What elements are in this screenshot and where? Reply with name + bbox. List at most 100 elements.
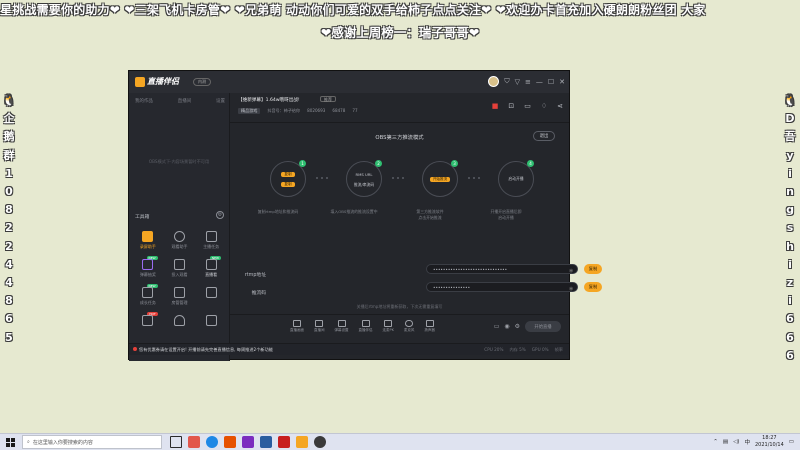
close-icon[interactable]: ✕ <box>559 78 565 86</box>
bell-icon[interactable]: ♢ <box>541 102 547 110</box>
bottom-tool-pk[interactable]: 连麦PK <box>383 320 394 333</box>
live-tag: 推荐 <box>320 96 336 102</box>
scene-empty-text: OBS模式下·内容场景暂时不可用 <box>148 159 210 164</box>
tool-lottery[interactable]: NEW 弹幕抽奖 <box>132 256 164 278</box>
stream-key-field[interactable]: ••••••••••••••• ◉ <box>426 282 578 292</box>
download-icon <box>173 259 185 270</box>
exit-mode-button[interactable]: 退出 <box>533 131 555 141</box>
filter-icon[interactable]: ▽ <box>515 78 520 86</box>
grid-icon <box>205 287 217 298</box>
tool-task[interactable]: 主播任务 <box>195 231 227 250</box>
alert-icon <box>133 347 137 351</box>
windows-start-icon[interactable] <box>6 438 15 447</box>
tool-download[interactable]: 投入观看 <box>164 259 196 278</box>
window-icon[interactable]: ▭ <box>524 102 531 110</box>
mode-title: OBS第三方推流模式 <box>375 135 424 141</box>
step-1: 1 复制 复制 <box>270 160 306 197</box>
bottom-tool-speaker[interactable]: 扬声器 <box>424 320 435 333</box>
step-connector <box>316 177 328 179</box>
tab-settings[interactable]: 设置 <box>216 98 225 104</box>
tool-crown[interactable] <box>164 315 196 328</box>
tool-growth[interactable]: NEW 成长任务 <box>132 284 164 306</box>
bottom-tool-live-view[interactable]: 直播画面 <box>290 320 304 333</box>
chevron-up-icon[interactable]: ⌃ <box>713 439 718 445</box>
copy-key-button[interactable]: 复制 <box>584 282 602 292</box>
app-icon-3[interactable] <box>224 436 236 448</box>
task-icon <box>205 231 217 242</box>
bottom-tool-mic[interactable]: 麦克风 <box>404 320 414 333</box>
settings-icon[interactable]: ⚙ <box>515 323 520 330</box>
app-icon-6[interactable] <box>278 436 290 448</box>
live-title[interactable]: 【维新弹幕】1.64w哦呀出战! <box>238 97 300 103</box>
gift-icon <box>142 315 154 326</box>
step-copy-key-button[interactable]: 复制 <box>281 182 295 187</box>
step-copy-rtmp-button[interactable]: 复制 <box>281 172 295 177</box>
step-connector <box>468 177 480 179</box>
tab-works[interactable]: 我的作品 <box>135 98 153 104</box>
bottom-tool-danmaku[interactable]: 弹幕设置 <box>335 320 349 333</box>
bottom-tool-room[interactable]: 直播间 <box>314 320 325 333</box>
photoshop-icon[interactable] <box>260 436 272 448</box>
copy-rtmp-button[interactable]: 复制 <box>584 264 602 274</box>
lock-icon[interactable]: ⊡ <box>508 102 514 110</box>
live-companion-icon[interactable] <box>296 436 308 448</box>
version-badge[interactable]: 内测 <box>193 78 211 86</box>
avatar[interactable] <box>488 76 500 87</box>
tool-record[interactable]: 录屏助手 <box>132 231 164 250</box>
bottom-right-controls: ▭ ◉ ⚙ 开始直播 <box>494 321 561 332</box>
premiere-icon[interactable] <box>242 436 254 448</box>
maximize-icon[interactable]: ☐ <box>548 78 554 86</box>
tool-viewer[interactable]: 观看助手 <box>164 231 196 250</box>
bottom-toolbar: 直播画面 直播间 弹幕设置 直播伴侣 连麦PK 麦克风 扬声器 ▭ ◉ ⚙ 开始… <box>230 314 569 339</box>
clock[interactable]: 18:27 2021/10/14 <box>755 435 784 448</box>
task-view-icon[interactable] <box>170 436 182 448</box>
camera-icon[interactable]: ▭ <box>494 323 500 330</box>
network-icon[interactable]: ▤ <box>723 439 728 445</box>
minimize-icon[interactable]: — <box>536 78 543 86</box>
obs-icon[interactable] <box>314 436 326 448</box>
live-companion-window: 直播伴侣 内测 ⛉ ▽ ≡ — ☐ ✕ 我的作品 直播间 设置 OBS模式下·内… <box>128 70 602 361</box>
eye-icon[interactable]: ◉ <box>569 267 573 276</box>
form-hint: 关播后rtmp地址将重新获取，下次无需重复填写 <box>356 304 443 309</box>
tool-gift[interactable]: HOT <box>132 312 164 328</box>
app-icon-1[interactable] <box>188 436 200 448</box>
growth-icon <box>142 287 154 298</box>
tool-grid[interactable] <box>195 287 227 306</box>
banner-line-2: ❤感谢上周榜一：瑞子哥哥❤ <box>320 25 480 40</box>
step-4: 4 启动开播 <box>498 160 534 197</box>
bottom-tool-companion[interactable]: 直播伴侣 <box>359 320 373 333</box>
tool-screen[interactable]: NEW 直播看 <box>195 256 227 278</box>
microphone-icon <box>405 320 414 327</box>
notice-text[interactable]: 您有优惠券请在设置开启! 开播前请先完善直播信息, 每周推进2个新功能 <box>139 347 273 352</box>
fans-count: 68478 <box>332 108 346 113</box>
share-icon[interactable]: ⋖ <box>557 102 563 110</box>
taskbar-search[interactable]: ⌕ 在这里输入你要搜索的内容 <box>22 435 162 449</box>
tool-cat[interactable] <box>195 315 227 328</box>
step-2: 2 RMS URL 推流/串流码 <box>346 160 382 197</box>
eye-icon[interactable]: ◉ <box>504 323 509 330</box>
step-start-push-button[interactable]: 开始推流 <box>429 177 451 182</box>
live-info-header: 【维新弹幕】1.64w哦呀出战! 推荐 精品游戏 抖音号：柿子给你 802069… <box>230 93 569 123</box>
edge-icon[interactable] <box>206 436 218 448</box>
toolbox-settings-icon[interactable]: ⚙ <box>216 211 224 219</box>
ime-indicator[interactable]: 中 <box>744 438 750 446</box>
room-id: 8020693 <box>307 108 326 113</box>
live-meta: 精品游戏 抖音号：柿子给你 8020693 68478 77 <box>238 108 358 114</box>
gift-icon[interactable]: ■ <box>492 102 499 110</box>
menu-icon[interactable]: ≡ <box>525 78 531 86</box>
shirt-icon[interactable]: ⛉ <box>504 77 509 86</box>
viewer-icon <box>173 231 185 242</box>
title-bar: 直播伴侣 内测 ⛉ ▽ ≡ — ☐ ✕ <box>129 71 569 93</box>
start-live-button[interactable]: 开始直播 <box>525 321 561 332</box>
eye-icon[interactable]: ◉ <box>569 285 573 294</box>
rtmp-field[interactable]: •••••••••••••••••••••••••••••• ◉ <box>426 264 578 274</box>
category-tag[interactable]: 精品游戏 <box>238 108 261 114</box>
tool-admin[interactable]: 房管管理 <box>164 287 196 306</box>
notification-icon[interactable]: ▭ <box>789 439 794 445</box>
cat-icon <box>205 315 217 326</box>
volume-icon[interactable]: ◁) <box>733 439 739 445</box>
setup-steps: 1 复制 复制 2 RMS URL 推流/串流码 3 开始推流 4 启动开播 <box>260 160 540 197</box>
stream-key-label: 推流码 <box>251 291 266 296</box>
tab-room[interactable]: 直播间 <box>178 98 192 104</box>
pk-icon <box>384 320 393 327</box>
